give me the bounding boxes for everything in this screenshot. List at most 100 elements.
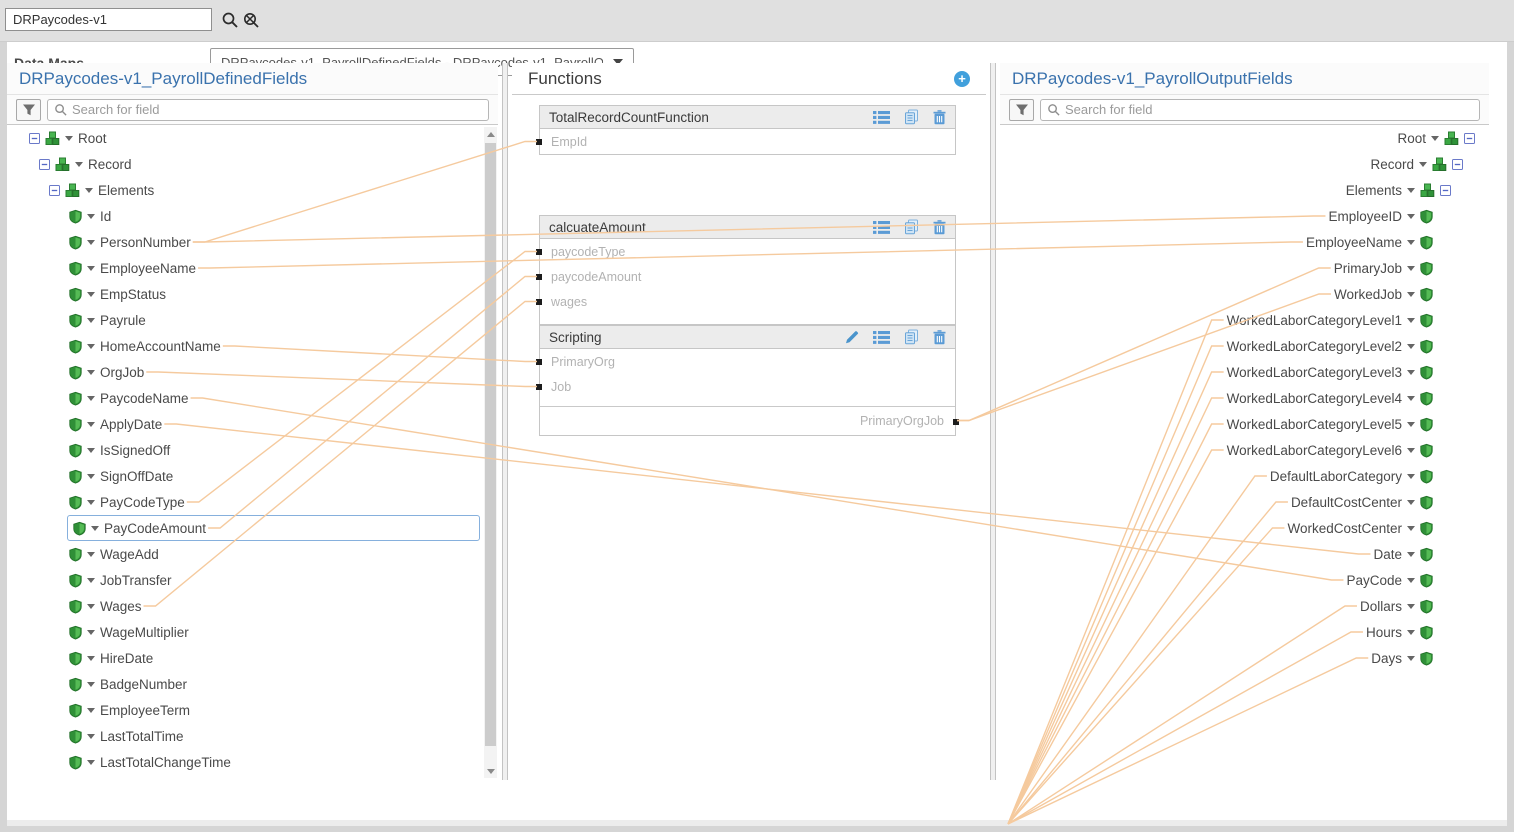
chevron-down-icon[interactable] xyxy=(87,630,95,635)
tree-field-row[interactable]: WageMultiplier xyxy=(7,619,498,645)
tree-container-row[interactable]: Root xyxy=(1000,125,1489,151)
tree-field-row[interactable]: PersonNumber xyxy=(7,229,498,255)
collapse-icon[interactable] xyxy=(39,159,50,170)
horizontal-scrollbar[interactable] xyxy=(7,820,1507,826)
chevron-down-icon[interactable] xyxy=(87,214,95,219)
tree-field-row[interactable]: WorkedJob xyxy=(1000,281,1489,307)
tree-field-row[interactable]: SignOffDate xyxy=(7,463,498,489)
tree-field-row[interactable]: HireDate xyxy=(7,645,498,671)
chevron-down-icon[interactable] xyxy=(1407,240,1415,245)
tree-field-row[interactable]: EmployeeName xyxy=(7,255,498,281)
chevron-down-icon[interactable] xyxy=(1407,526,1415,531)
collapse-icon[interactable] xyxy=(1452,159,1463,170)
tree-field-row[interactable]: WorkedLaborCategoryLevel6 xyxy=(1000,437,1489,463)
tree-field-row[interactable]: ApplyDate xyxy=(7,411,498,437)
function-input[interactable]: Job xyxy=(540,374,955,399)
chevron-down-icon[interactable] xyxy=(1407,604,1415,609)
chevron-down-icon[interactable] xyxy=(87,682,95,687)
tree-field-row[interactable]: PayCodeAmount xyxy=(67,515,480,541)
source-search-input[interactable] xyxy=(72,102,482,117)
function-input[interactable]: PrimaryOrg xyxy=(540,349,955,374)
chevron-down-icon[interactable] xyxy=(1407,396,1415,401)
function-input[interactable]: paycodeAmount xyxy=(540,264,955,289)
tree-field-row[interactable]: JobTransfer xyxy=(7,567,498,593)
chevron-down-icon[interactable] xyxy=(87,656,95,661)
list-mappings-icon[interactable] xyxy=(873,111,890,124)
copy-icon[interactable] xyxy=(904,219,919,235)
chevron-down-icon[interactable] xyxy=(1431,136,1439,141)
tree-field-row[interactable]: OrgJob xyxy=(7,359,498,385)
collapse-icon[interactable] xyxy=(29,133,40,144)
chevron-down-icon[interactable] xyxy=(65,136,73,141)
tree-field-row[interactable]: Dollars xyxy=(1000,593,1489,619)
tree-field-row[interactable]: WorkedLaborCategoryLevel4 xyxy=(1000,385,1489,411)
tree-field-row[interactable]: PaycodeName xyxy=(7,385,498,411)
clear-search-icon[interactable] xyxy=(242,11,260,29)
tree-container-row[interactable]: Record xyxy=(7,151,498,177)
tree-field-row[interactable]: WorkedLaborCategoryLevel3 xyxy=(1000,359,1489,385)
chevron-down-icon[interactable] xyxy=(1407,214,1415,219)
chevron-down-icon[interactable] xyxy=(1407,500,1415,505)
tree-field-row[interactable]: EmployeeTerm xyxy=(7,697,498,723)
chevron-down-icon[interactable] xyxy=(1407,474,1415,479)
chevron-down-icon[interactable] xyxy=(87,422,95,427)
tree-container-row[interactable]: Root xyxy=(7,125,498,151)
tree-field-row[interactable]: WorkedLaborCategoryLevel5 xyxy=(1000,411,1489,437)
collapse-icon[interactable] xyxy=(49,185,60,196)
tree-field-row[interactable]: EmployeeID xyxy=(1000,203,1489,229)
filter-button[interactable] xyxy=(1009,99,1034,121)
chevron-down-icon[interactable] xyxy=(1407,448,1415,453)
chevron-down-icon[interactable] xyxy=(1407,656,1415,661)
copy-icon[interactable] xyxy=(904,329,919,345)
tree-field-row[interactable]: WorkedCostCenter xyxy=(1000,515,1489,541)
collapse-icon[interactable] xyxy=(1464,133,1475,144)
copy-icon[interactable] xyxy=(904,109,919,125)
chevron-down-icon[interactable] xyxy=(87,500,95,505)
chevron-down-icon[interactable] xyxy=(1407,578,1415,583)
tree-field-row[interactable]: Date xyxy=(1000,541,1489,567)
chevron-down-icon[interactable] xyxy=(1419,162,1427,167)
tree-field-row[interactable]: DefaultLaborCategory xyxy=(1000,463,1489,489)
tree-field-row[interactable]: WageAdd xyxy=(7,541,498,567)
tree-field-row[interactable]: LastTotalChangeTime xyxy=(7,749,498,775)
chevron-down-icon[interactable] xyxy=(87,734,95,739)
edit-icon[interactable] xyxy=(845,330,859,344)
chevron-down-icon[interactable] xyxy=(87,266,95,271)
chevron-down-icon[interactable] xyxy=(87,318,95,323)
tree-field-row[interactable]: PayCodeType xyxy=(7,489,498,515)
function-input[interactable]: wages xyxy=(540,289,955,314)
tree-field-row[interactable]: BadgeNumber xyxy=(7,671,498,697)
search-icon[interactable] xyxy=(221,11,239,29)
chevron-down-icon[interactable] xyxy=(87,344,95,349)
list-mappings-icon[interactable] xyxy=(873,331,890,344)
tree-container-row[interactable]: Elements xyxy=(7,177,498,203)
chevron-down-icon[interactable] xyxy=(1407,266,1415,271)
function-input[interactable]: EmpId xyxy=(540,129,955,154)
chevron-down-icon[interactable] xyxy=(91,526,99,531)
chevron-down-icon[interactable] xyxy=(87,396,95,401)
scrollbar-thumb[interactable] xyxy=(485,143,496,746)
list-mappings-icon[interactable] xyxy=(873,221,890,234)
chevron-down-icon[interactable] xyxy=(87,448,95,453)
scroll-down-button[interactable] xyxy=(484,764,497,778)
chevron-down-icon[interactable] xyxy=(85,188,93,193)
chevron-down-icon[interactable] xyxy=(87,552,95,557)
chevron-down-icon[interactable] xyxy=(87,578,95,583)
function-input[interactable]: paycodeType xyxy=(540,239,955,264)
tree-field-row[interactable]: PrimaryJob xyxy=(1000,255,1489,281)
delete-icon[interactable] xyxy=(933,330,946,345)
chevron-down-icon[interactable] xyxy=(87,370,95,375)
chevron-down-icon[interactable] xyxy=(75,162,83,167)
chevron-down-icon[interactable] xyxy=(1407,344,1415,349)
filter-button[interactable] xyxy=(16,99,41,121)
output-search-input[interactable] xyxy=(1065,102,1473,117)
tree-field-row[interactable]: Hours xyxy=(1000,619,1489,645)
tree-field-row[interactable]: Wages xyxy=(7,593,498,619)
tree-field-row[interactable]: DefaultCostCenter xyxy=(1000,489,1489,515)
delete-icon[interactable] xyxy=(933,220,946,235)
chevron-down-icon[interactable] xyxy=(1407,318,1415,323)
source-scrollbar[interactable] xyxy=(484,127,497,778)
chevron-down-icon[interactable] xyxy=(1407,292,1415,297)
scroll-up-button[interactable] xyxy=(484,127,497,141)
chevron-down-icon[interactable] xyxy=(87,708,95,713)
